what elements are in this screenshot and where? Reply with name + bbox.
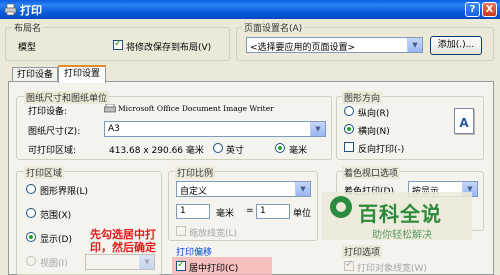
plot-view-radio[interactable] [26, 256, 36, 266]
plot-limits-radio[interactable] [26, 184, 36, 194]
plot-display-radio[interactable] [26, 232, 36, 242]
tab-print-settings[interactable]: 打印设置 [58, 65, 106, 83]
plot-view-label: 视图(I) [40, 259, 68, 269]
plot-view-select[interactable]: ▼ [85, 254, 155, 270]
add-page-setup-button[interactable]: 添加(.)... [430, 36, 482, 55]
printer-app-icon [4, 3, 17, 16]
scale-denominator-unit: 单位 [293, 209, 312, 219]
device-value: Microsoft Office Document Image Writer [118, 104, 274, 113]
scale-lineweights-label: 缩放线宽(L) [189, 229, 238, 239]
scale-denominator-input[interactable]: 1 [256, 204, 290, 219]
instruction-line-2: 印，然后确定 [90, 241, 156, 254]
page-setup-group-title: 页面设置名(A) [242, 21, 305, 34]
paper-size-label: 图纸尺寸(Z): [28, 127, 81, 137]
landscape-radio[interactable] [344, 124, 354, 134]
plot-lineweights-label: 打印对象线宽(W) [357, 264, 427, 274]
chevron-down-icon: ▼ [139, 255, 154, 269]
plot-options-group-title: 打印选项 [342, 245, 383, 258]
unit-inch-label: 英寸 [226, 146, 245, 156]
page-setup-selected: <选择要应用的页面设置> [250, 43, 356, 53]
printable-area-label: 可打印区域: [28, 146, 77, 156]
reverse-print-label: 反向打印(-) [358, 145, 405, 155]
watermark-title: 百科全说 [358, 202, 442, 226]
save-to-layout-checkbox[interactable] [113, 38, 123, 50]
close-button[interactable]: X [482, 2, 497, 17]
chevron-down-icon: ▼ [310, 122, 325, 136]
orientation-group-title: 图形方向 [342, 91, 383, 104]
layout-name-value: 模型 [18, 43, 37, 53]
paper-size-select[interactable]: A3 ▼ [104, 121, 326, 137]
plot-extents-radio[interactable] [26, 208, 36, 218]
reverse-print-checkbox[interactable] [344, 142, 354, 152]
watermark-subtitle: 助你轻松解决 [372, 230, 432, 241]
chevron-down-icon: ▼ [295, 182, 310, 196]
printer-icon [104, 104, 116, 113]
instruction-line-1: 先勾选居中打 [90, 228, 156, 241]
layout-name-group-title: 布局名 [12, 21, 44, 34]
plot-lineweights-checkbox[interactable] [344, 259, 354, 271]
save-to-layout-label: 将修改保存到布局(V) [126, 43, 212, 53]
orientation-preview-icon: A [454, 108, 474, 134]
plot-area-group-title: 打印区域 [24, 166, 65, 179]
printable-area-value: 413.68 x 290.66 毫米 [109, 146, 204, 156]
scale-equals-sign: = [246, 206, 254, 216]
instruction-annotation: 先勾选居中打 印，然后确定 [90, 228, 156, 254]
plot-scale-select[interactable]: 自定义 ▼ [176, 181, 311, 197]
device-label: 打印设备: [28, 107, 68, 117]
unit-mm-radio[interactable] [275, 143, 285, 153]
help-button[interactable]: ? [465, 2, 480, 17]
portrait-radio[interactable] [344, 106, 354, 116]
watermark-logo-icon [330, 196, 352, 218]
plot-limits-label: 图形界限(L) [40, 187, 89, 197]
plot-scale-selected: 自定义 [180, 187, 208, 197]
plot-scale-group-title: 打印比例 [175, 166, 216, 179]
scale-numerator-unit: 毫米 [216, 209, 235, 219]
chevron-down-icon: ▼ [407, 38, 422, 52]
center-plot-checkbox[interactable] [176, 259, 186, 271]
landscape-label: 横向(N) [358, 127, 390, 137]
orientation-preview-letter: A [459, 116, 469, 130]
center-plot-label: 居中打印(C) [189, 264, 239, 274]
paper-size-selected: A3 [108, 124, 120, 134]
plot-extents-label: 范围(X) [40, 211, 72, 221]
scale-lineweights-checkbox[interactable] [176, 226, 186, 236]
window-title: 打印 [20, 4, 42, 17]
title-bar: 打印 ? X [0, 0, 500, 19]
page-setup-select[interactable]: <选择要应用的页面设置> ▼ [246, 37, 423, 53]
plot-display-label: 显示(D) [40, 235, 72, 245]
unit-mm-label: 毫米 [289, 146, 308, 156]
paper-size-group-title: 图纸尺寸和图纸单位 [24, 91, 110, 104]
scale-numerator-input[interactable]: 1 [176, 204, 210, 219]
portrait-label: 纵向(R) [358, 109, 390, 119]
unit-inch-radio[interactable] [213, 143, 223, 153]
shaded-viewport-group-title: 着色视口选项 [342, 166, 401, 179]
